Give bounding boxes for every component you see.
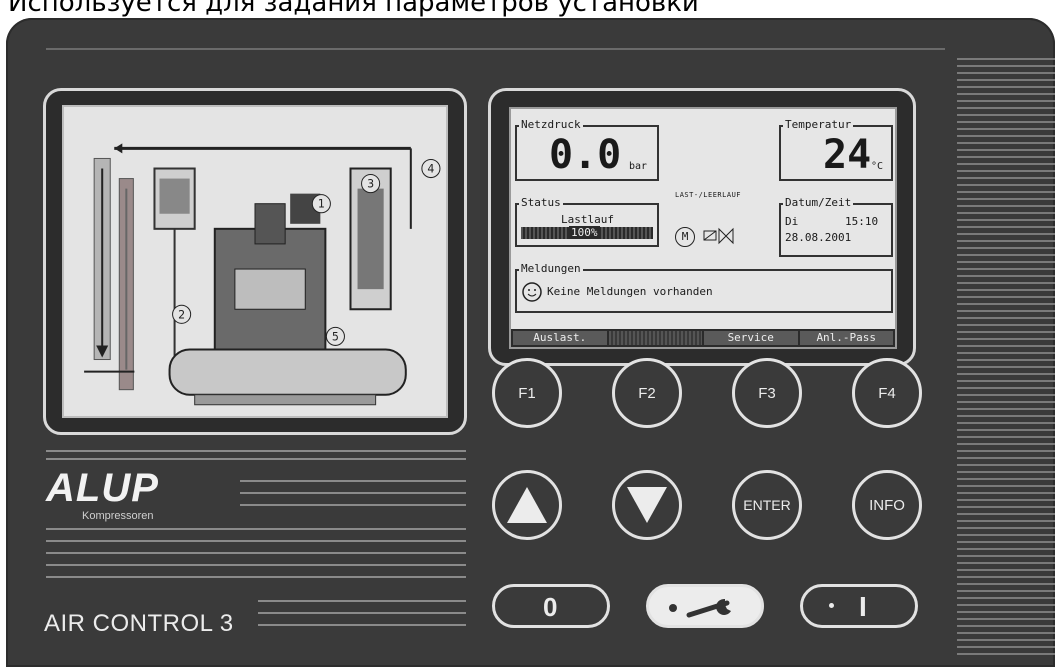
start-label: I: [859, 591, 867, 622]
enter-button[interactable]: ENTER: [732, 470, 802, 540]
marker-5: 5: [332, 330, 339, 343]
marker-4: 4: [427, 163, 434, 176]
start-dot-icon: [829, 603, 834, 608]
stripe: [258, 624, 466, 626]
pressure-value: 0.0: [549, 132, 622, 178]
stripe: [258, 612, 466, 614]
lcd-display: Netzdruck 0.0 bar Temperatur 24 °C LAST-…: [509, 107, 897, 349]
motor-icon: M: [675, 227, 695, 247]
stripe: [46, 528, 466, 530]
start-button[interactable]: I: [800, 584, 918, 628]
temperature-title: Temperatur: [783, 118, 854, 132]
marker-3: 3: [367, 178, 374, 191]
pressure-title: Netzdruck: [519, 118, 583, 132]
f1-button[interactable]: F1: [492, 358, 562, 428]
temperature-unit: °C: [871, 161, 884, 172]
marker-1: 1: [318, 198, 325, 211]
down-button[interactable]: [612, 470, 682, 540]
temperature-box: Temperatur 24 °C: [779, 118, 893, 181]
caption-text: Используется для задания параметров уста…: [8, 0, 699, 18]
datetime-box: Datum/Zeit Di 15:10 28.08.2001: [779, 196, 893, 257]
stop-button[interactable]: 0: [492, 584, 610, 628]
status-progress-bar: 100%: [521, 226, 653, 239]
stripe: [46, 576, 466, 578]
mode-label: LAST-/LEERLAUF: [675, 191, 742, 199]
softkey-bar: Auslast. Service Anl.-Pass: [511, 329, 895, 347]
pressure-box: Netzdruck 0.0 bar: [515, 118, 659, 181]
arrow-down-icon: [627, 487, 667, 523]
messages-text: Keine Meldungen vorhanden: [547, 285, 713, 298]
stripe: [258, 600, 466, 602]
datetime-time: 15:10: [845, 215, 879, 228]
stripe: [46, 552, 466, 554]
softkey-2: [608, 331, 702, 345]
status-title: Status: [519, 196, 563, 210]
top-divider: [46, 48, 945, 50]
compressor-schematic-icon: 1 2 3 4 5: [64, 108, 446, 415]
datetime-date: 28.08.2001: [785, 231, 852, 244]
compressor-diagram-frame: 1 2 3 4 5: [43, 88, 467, 435]
softkey-1: Auslast.: [513, 331, 607, 345]
info-button[interactable]: INFO: [852, 470, 922, 540]
messages-box: Meldungen Keine Meldungen vorhanden: [515, 262, 893, 313]
brand-subtitle: Kompressoren: [82, 510, 154, 522]
f4-button[interactable]: F4: [852, 358, 922, 428]
f2-button[interactable]: F2: [612, 358, 682, 428]
vent-stripes: [957, 58, 1055, 658]
arrow-up-icon: [507, 487, 547, 523]
smiley-icon: [522, 282, 542, 302]
up-button[interactable]: [492, 470, 562, 540]
wrench-icon: [669, 598, 731, 618]
valve-icon: [703, 227, 734, 245]
service-button[interactable]: [646, 584, 764, 628]
stop-label: 0: [543, 592, 558, 622]
model-label: AIR CONTROL 3: [44, 610, 234, 637]
compressor-diagram: 1 2 3 4 5: [62, 105, 448, 418]
stripe: [240, 480, 466, 482]
control-panel: 1 2 3 4 5 Netzdruck 0.0 bar Temperatur 2…: [6, 18, 1055, 667]
status-box: Status Lastlauf 100%: [515, 196, 659, 247]
datetime-title: Datum/Zeit: [783, 196, 854, 210]
stripe: [46, 564, 466, 566]
pressure-unit: bar: [629, 161, 648, 172]
stripe: [240, 492, 466, 494]
temperature-value: 24: [823, 132, 872, 178]
datetime-day: Di: [785, 215, 799, 228]
stripe: [240, 504, 466, 506]
f3-button[interactable]: F3: [732, 358, 802, 428]
softkey-4: Anl.-Pass: [799, 331, 893, 345]
marker-2: 2: [178, 308, 185, 321]
lcd-frame: Netzdruck 0.0 bar Temperatur 24 °C LAST-…: [488, 88, 916, 366]
softkey-3: Service: [704, 331, 798, 345]
stripe: [46, 450, 466, 452]
status-value: Lastlauf: [561, 213, 614, 226]
messages-title: Meldungen: [519, 262, 583, 276]
stripe: [46, 458, 466, 460]
status-percent: 100%: [569, 226, 600, 239]
stripe: [46, 540, 466, 542]
brand-logo: ALUP: [46, 466, 159, 510]
